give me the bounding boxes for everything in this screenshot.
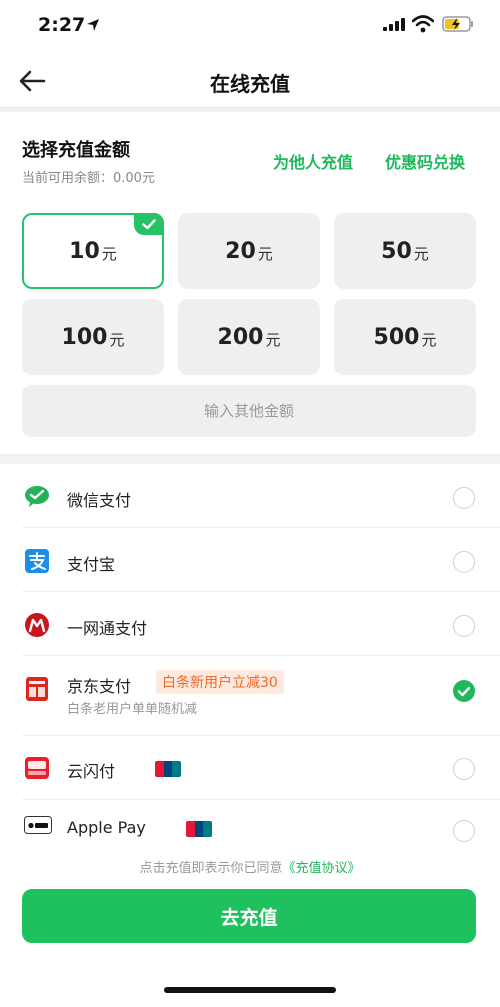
unionpay-logo-icon <box>186 821 212 837</box>
payment-option-wechat[interactable]: 微信支付 <box>0 464 500 528</box>
check-icon <box>457 686 471 697</box>
amount-option-500[interactable]: 500 元 <box>334 299 476 375</box>
section-title: 选择充值金额 <box>22 140 130 161</box>
available-balance: 当前可用余额：0.00元 <box>22 171 155 186</box>
payment-label: 云闪付 <box>67 762 116 781</box>
amount-option-50[interactable]: 50 元 <box>334 213 476 289</box>
amount-section: 选择充值金额 当前可用余额：0.00元 为他人充值 优惠码兑换 10 元 20 … <box>0 112 500 454</box>
payment-label: 一网通支付 <box>67 619 148 638</box>
cellular-signal-icon <box>383 17 405 31</box>
amount-value: 200 <box>217 324 264 350</box>
page-title: 在线充值 <box>210 72 290 96</box>
amount-unit: 元 <box>101 244 117 263</box>
payment-option-apple-pay[interactable]: Apple Pay <box>0 800 500 856</box>
amount-value: 10 <box>69 238 100 264</box>
radio-button-checked[interactable] <box>453 680 475 702</box>
custom-amount-input[interactable] <box>22 385 476 437</box>
agreement-text: 点击充值即表示你已同意《充值协议》 <box>0 857 500 876</box>
payment-label: Apple Pay <box>67 818 146 837</box>
amount-option-100[interactable]: 100 元 <box>22 299 164 375</box>
location-arrow-icon <box>87 19 99 31</box>
radio-button[interactable] <box>453 551 475 573</box>
amount-value: 50 <box>381 238 412 264</box>
battery-charging-icon <box>442 16 473 32</box>
payment-methods-section: 微信支付 支付宝 一网通支付 京东支付 白条新用户立减30 白条老用户单单随机减… <box>0 464 500 1007</box>
wifi-icon <box>412 15 434 33</box>
recharge-agreement-link[interactable]: 《充值协议》 <box>283 861 361 876</box>
payment-option-cloud-quickpass[interactable]: 云闪付 <box>0 736 500 800</box>
payment-label: 京东支付 <box>67 677 132 696</box>
cmb-icon <box>25 613 49 637</box>
jd-pay-icon <box>26 677 48 701</box>
cloud-quickpass-icon <box>25 757 49 779</box>
alipay-icon <box>25 549 49 573</box>
unionpay-logo-icon <box>155 761 181 777</box>
payment-option-alipay[interactable]: 支付宝 <box>0 528 500 592</box>
selected-check-icon <box>134 213 164 235</box>
payment-label: 微信支付 <box>67 491 132 510</box>
radio-button[interactable] <box>453 487 475 509</box>
amount-value: 100 <box>61 324 108 350</box>
payment-subtitle: 白条老用户单单随机减 <box>67 702 198 717</box>
radio-button[interactable] <box>453 758 475 780</box>
amount-unit: 元 <box>265 330 281 349</box>
amount-option-10[interactable]: 10 元 <box>22 213 164 289</box>
amount-value: 20 <box>225 238 256 264</box>
amount-unit: 元 <box>421 330 437 349</box>
wechat-pay-icon <box>25 486 49 507</box>
recharge-button[interactable]: 去充值 <box>22 889 476 943</box>
radio-button[interactable] <box>453 615 475 637</box>
amount-unit: 元 <box>257 244 273 263</box>
payment-label: 支付宝 <box>67 555 116 574</box>
payment-option-jd-pay[interactable]: 京东支付 白条新用户立减30 白条老用户单单随机减 <box>0 656 500 736</box>
radio-button[interactable] <box>453 820 475 842</box>
agreement-prefix: 点击充值即表示你已同意 <box>139 861 283 876</box>
amount-option-200[interactable]: 200 元 <box>178 299 320 375</box>
apple-pay-icon <box>24 816 52 834</box>
nav-bar: 在线充值 <box>0 54 500 108</box>
home-indicator <box>164 987 336 993</box>
amount-unit: 元 <box>109 330 125 349</box>
payment-option-cmb[interactable]: 一网通支付 <box>0 592 500 656</box>
amount-option-20[interactable]: 20 元 <box>178 213 320 289</box>
amount-unit: 元 <box>413 244 429 263</box>
status-time: 2:27 <box>38 14 86 36</box>
promo-badge: 白条新用户立减30 <box>156 670 284 694</box>
recharge-for-others-link[interactable]: 为他人充值 <box>273 149 353 173</box>
amount-value: 500 <box>373 324 420 350</box>
redeem-coupon-link[interactable]: 优惠码兑换 <box>385 149 465 173</box>
status-bar: 2:27 <box>0 0 500 54</box>
